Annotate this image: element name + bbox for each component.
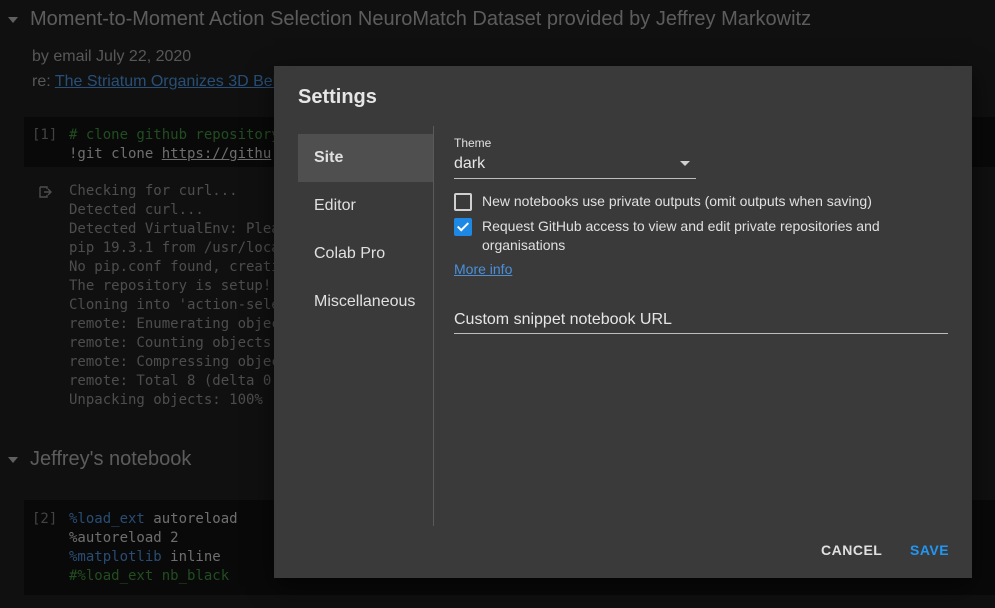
nav-divider: [433, 126, 434, 526]
private-outputs-option: New notebooks use private outputs (omit …: [454, 192, 948, 211]
dropdown-arrow-icon: [680, 161, 690, 166]
github-access-option: Request GitHub access to view and edit p…: [454, 217, 894, 255]
theme-value: dark: [454, 155, 486, 172]
nav-item-editor[interactable]: Editor: [298, 182, 433, 230]
nav-item-colab-pro[interactable]: Colab Pro: [298, 230, 433, 278]
theme-select[interactable]: dark: [454, 152, 696, 179]
nav-item-miscellaneous[interactable]: Miscellaneous: [298, 278, 433, 326]
save-button[interactable]: SAVE: [910, 542, 949, 558]
more-info-link[interactable]: More info: [454, 261, 512, 277]
github-access-checkbox[interactable]: [454, 218, 472, 236]
settings-nav: Site Editor Colab Pro Miscellaneous: [298, 134, 433, 326]
private-outputs-checkbox[interactable]: [454, 193, 472, 211]
cancel-button[interactable]: CANCEL: [821, 542, 882, 558]
snippet-url-input[interactable]: [454, 307, 948, 333]
site-settings-panel: Theme dark New notebooks use private out…: [454, 136, 948, 334]
snippet-url-field[interactable]: [454, 307, 948, 334]
checkbox-label: Request GitHub access to view and edit p…: [482, 218, 880, 253]
more-info-row: More info: [454, 261, 948, 279]
nav-item-site[interactable]: Site: [298, 134, 433, 182]
theme-label: Theme: [454, 136, 492, 150]
checkbox-label: New notebooks use private outputs (omit …: [482, 193, 872, 209]
dialog-title: Settings: [298, 86, 377, 108]
settings-dialog: Settings Site Editor Colab Pro Miscellan…: [274, 66, 972, 578]
